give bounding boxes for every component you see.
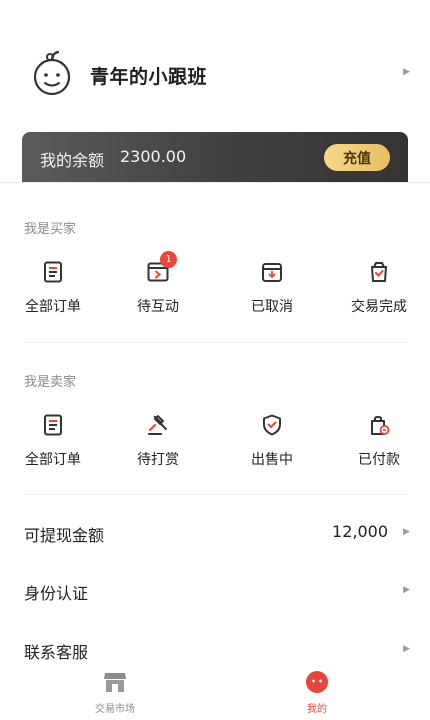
seller-actions: 全部订单 待打赏 出售中 已付款 <box>0 413 430 473</box>
chevron-right-icon: ▶ <box>403 67 410 77</box>
tab-market-label: 交易市场 <box>95 704 135 715</box>
withdrawable-amount-label: 可提现金额 <box>24 526 105 545</box>
tab-me[interactable]: 我的 <box>272 670 362 715</box>
unread-badge: 1 <box>160 251 177 268</box>
contact-support-row[interactable]: 联系客服 ▶ <box>0 629 430 669</box>
chevron-right-icon: ▶ <box>403 527 410 537</box>
seller-all-orders-label: 全部订单 <box>25 452 81 468</box>
avatar[interactable] <box>30 48 74 98</box>
seller-paid[interactable]: 已付款 <box>339 413 419 469</box>
buyer-cancelled[interactable]: 已取消 <box>232 260 312 316</box>
balance-value: 2300.00 <box>120 147 187 166</box>
buyer-all-orders-label: 全部订单 <box>25 299 81 315</box>
cancelled-box-icon <box>262 263 282 282</box>
buyer-pending-interact-label: 待互动 <box>137 299 179 315</box>
balance-card: 我的余额 2300.00 充值 <box>22 132 408 182</box>
seller-pending-reward-label: 待打赏 <box>137 452 179 468</box>
withdrawable-amount-value: 12,000 <box>332 522 388 541</box>
chevron-right-icon: ▶ <box>403 585 410 595</box>
nickname: 青年的小跟班 <box>90 66 208 88</box>
tab-market[interactable]: 交易市场 <box>70 670 160 715</box>
auction-hammer-icon <box>148 414 167 435</box>
buyer-completed-label: 交易完成 <box>351 299 407 315</box>
divider <box>24 342 408 343</box>
buyer-pending-interact[interactable]: 1 待互动 <box>118 251 198 316</box>
divider <box>24 494 408 495</box>
seller-on-sale-label: 出售中 <box>251 452 293 468</box>
me-face-icon <box>306 671 328 693</box>
identity-verification-label: 身份认证 <box>24 584 89 603</box>
seller-on-sale[interactable]: 出售中 <box>232 413 312 469</box>
order-list-icon <box>44 414 62 436</box>
shop-icon <box>104 673 126 692</box>
withdrawable-amount-row[interactable]: 可提现金额 12,000 ▶ <box>0 512 430 552</box>
buyer-all-orders[interactable]: 全部订单 <box>13 260 93 316</box>
chevron-right-icon: ▶ <box>403 644 410 654</box>
seller-paid-label: 已付款 <box>358 452 400 468</box>
buyer-section-title: 我是买家 <box>24 222 77 237</box>
seller-section-title: 我是卖家 <box>24 375 77 390</box>
profile-header[interactable]: 青年的小跟班 ▶ <box>0 38 430 110</box>
buyer-cancelled-label: 已取消 <box>251 299 293 315</box>
tab-me-label: 我的 <box>307 704 327 715</box>
baby-face-icon <box>33 50 71 96</box>
buyer-actions: 全部订单 1 待互动 已取消 交易完成 <box>0 251 430 320</box>
order-list-icon <box>44 261 62 283</box>
seller-all-orders[interactable]: 全部订单 <box>13 413 93 469</box>
divider <box>0 182 430 183</box>
buyer-completed[interactable]: 交易完成 <box>339 260 419 316</box>
contact-support-label: 联系客服 <box>24 643 89 662</box>
seller-pending-reward[interactable]: 待打赏 <box>118 413 198 469</box>
completed-bag-icon <box>371 262 387 282</box>
paid-bag-icon <box>371 416 390 435</box>
identity-verification-row[interactable]: 身份认证 ▶ <box>0 570 430 610</box>
bottom-tab-bar: 交易市场 我的 <box>0 666 430 720</box>
shield-check-icon <box>263 414 281 436</box>
balance-label: 我的余额 <box>40 151 105 170</box>
recharge-button[interactable]: 充值 <box>324 144 390 171</box>
